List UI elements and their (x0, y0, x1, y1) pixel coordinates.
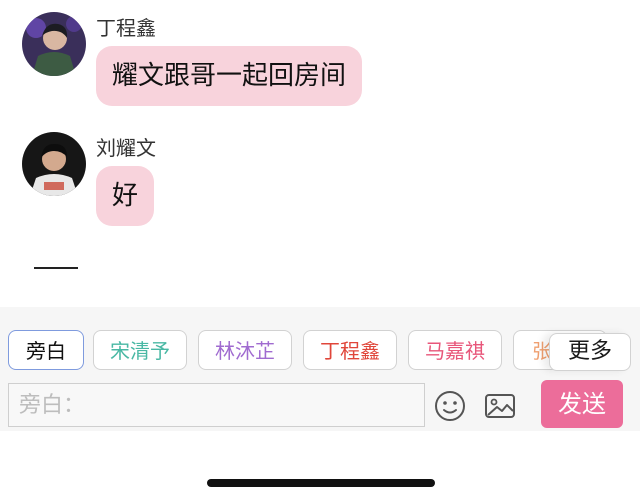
home-indicator[interactable] (207, 479, 435, 487)
avatar[interactable] (22, 132, 86, 196)
input-row: 发送 (0, 380, 640, 429)
message-input[interactable] (8, 383, 425, 427)
role-chip[interactable]: 丁程鑫 (303, 330, 397, 370)
message-bubble[interactable]: 好 (96, 166, 155, 226)
avatar[interactable] (22, 12, 86, 76)
role-chip-list: 旁白 宋清予 林沐芷 丁程鑫 马嘉祺 张 (0, 330, 640, 372)
role-chip-narrator[interactable]: 旁白 (8, 330, 84, 370)
emoji-icon[interactable] (433, 389, 467, 423)
send-button[interactable]: 发送 (541, 380, 623, 428)
message-bubble[interactable]: 耀文跟哥一起回房间 (96, 46, 363, 106)
image-icon[interactable] (483, 389, 517, 423)
role-chip[interactable]: 马嘉祺 (408, 330, 502, 370)
sender-name: 丁程鑫 (96, 16, 156, 40)
separator-line (34, 267, 78, 269)
role-chip[interactable]: 宋清予 (93, 330, 187, 370)
sender-name: 刘耀文 (96, 136, 156, 160)
role-chip[interactable]: 林沐芷 (198, 330, 292, 370)
more-button[interactable]: 更多 (549, 333, 631, 371)
input-panel: 旁白 宋清予 林沐芷 丁程鑫 马嘉祺 张 更多 发送 (0, 307, 640, 431)
